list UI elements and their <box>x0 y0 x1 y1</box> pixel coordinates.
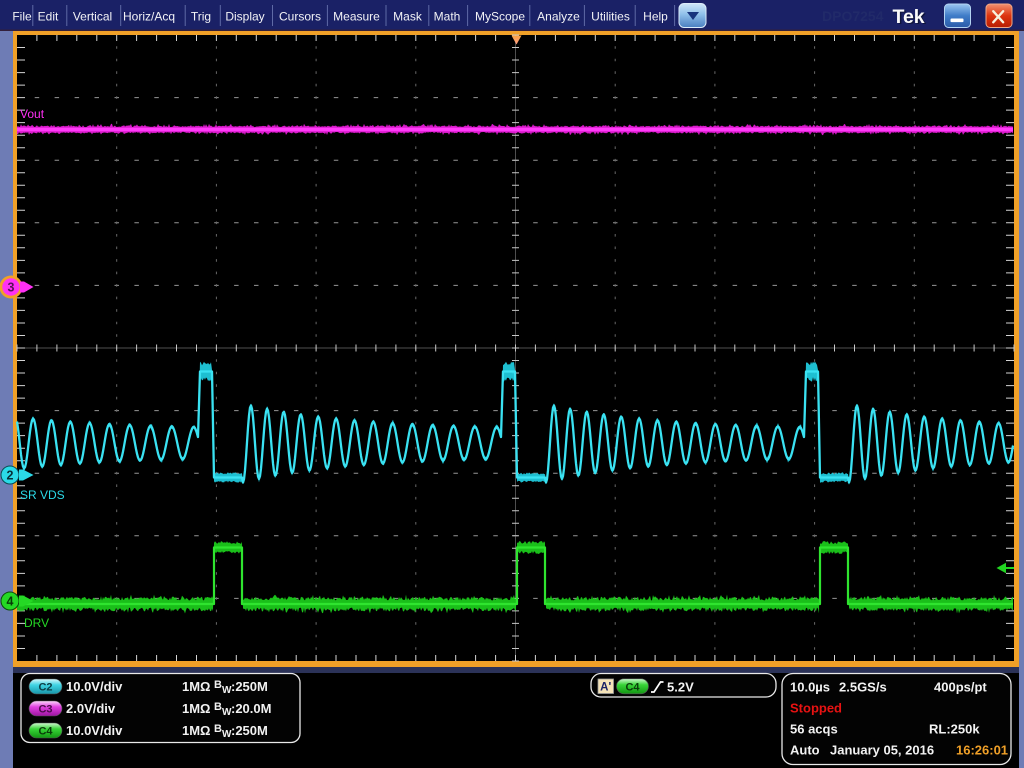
svg-text:C2: C2 <box>38 682 52 694</box>
svg-text:C4: C4 <box>38 726 53 738</box>
svg-text:A': A' <box>600 682 611 694</box>
svg-text:400ps/pt: 400ps/pt <box>934 680 987 695</box>
svg-text:4: 4 <box>7 595 14 609</box>
svg-text:2.5GS/s: 2.5GS/s <box>839 680 887 695</box>
svg-text:Measure: Measure <box>333 10 380 24</box>
svg-text:Help: Help <box>643 10 668 24</box>
svg-text:B: B <box>214 679 222 691</box>
svg-text:B: B <box>214 723 222 735</box>
svg-text:File: File <box>12 10 32 24</box>
svg-text:January 05, 2016: January 05, 2016 <box>830 743 934 758</box>
svg-text:RL:250k: RL:250k <box>929 722 980 737</box>
svg-text:2.0V/div: 2.0V/div <box>66 701 116 716</box>
svg-text:Display: Display <box>225 10 264 24</box>
svg-text:C3: C3 <box>38 704 52 716</box>
svg-text:2: 2 <box>7 469 14 483</box>
svg-text::250M: :250M <box>231 679 268 694</box>
svg-text:Trig: Trig <box>191 10 211 24</box>
svg-text:Stopped: Stopped <box>790 701 842 716</box>
svg-text:10.0V/div: 10.0V/div <box>66 679 123 694</box>
svg-text:3: 3 <box>8 281 15 295</box>
svg-text:C4: C4 <box>625 682 640 694</box>
svg-text:Cursors: Cursors <box>279 10 321 24</box>
svg-text:Mask: Mask <box>393 10 423 24</box>
svg-text:1MΩ: 1MΩ <box>182 679 210 694</box>
svg-text:10.0µs: 10.0µs <box>790 680 830 695</box>
svg-text::20.0M: :20.0M <box>231 701 271 716</box>
svg-text:Tek: Tek <box>893 6 925 28</box>
svg-text:Vertical: Vertical <box>73 10 112 24</box>
svg-text:1MΩ: 1MΩ <box>182 723 210 738</box>
svg-text:Utilities: Utilities <box>591 10 630 24</box>
svg-text:16:26:01: 16:26:01 <box>956 743 1008 758</box>
svg-text:5.2V: 5.2V <box>667 680 694 695</box>
svg-text:1MΩ: 1MΩ <box>182 701 210 716</box>
svg-text:Edit: Edit <box>38 10 59 24</box>
svg-text:56 acqs: 56 acqs <box>790 722 838 737</box>
svg-text:MyScope: MyScope <box>475 10 525 24</box>
svg-text:DRV: DRV <box>24 616 49 630</box>
svg-text:Analyze: Analyze <box>537 10 580 24</box>
svg-text:Math: Math <box>434 10 461 24</box>
svg-text:DPO7254: DPO7254 <box>822 8 884 24</box>
svg-text:Vout: Vout <box>20 107 45 121</box>
svg-text:Horiz/Acq: Horiz/Acq <box>123 10 175 24</box>
svg-text:Auto: Auto <box>790 743 820 758</box>
svg-text:10.0V/div: 10.0V/div <box>66 723 123 738</box>
svg-text:SR VDS: SR VDS <box>20 488 65 502</box>
svg-text::250M: :250M <box>231 723 268 738</box>
svg-text:B: B <box>214 701 222 713</box>
